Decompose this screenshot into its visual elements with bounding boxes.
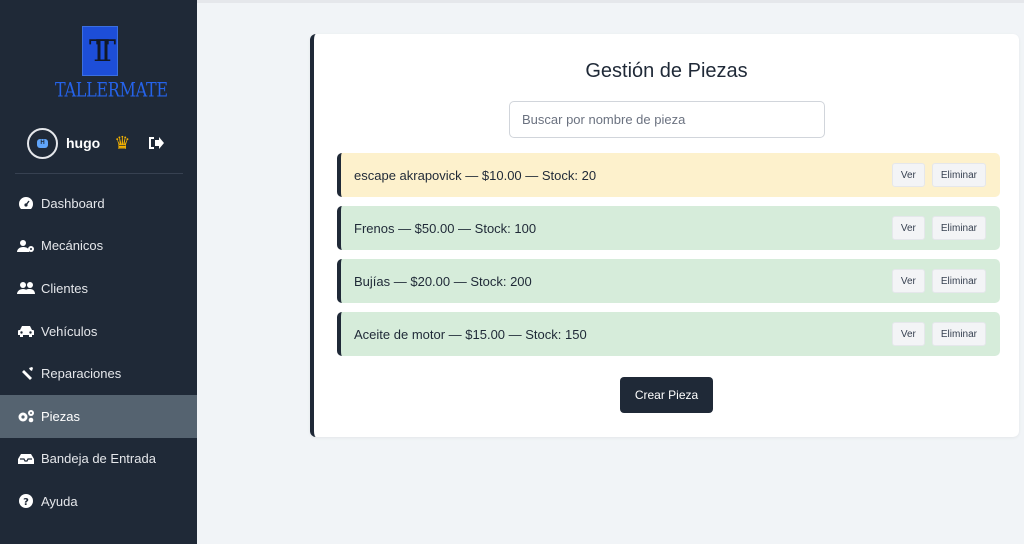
users-icon: [17, 280, 35, 296]
crown-icon: ♛: [114, 133, 131, 153]
delete-button[interactable]: Eliminar: [931, 269, 986, 293]
svg-text:?: ?: [23, 497, 29, 508]
sidebar-item-label: Mecánicos: [41, 238, 104, 254]
sidebar-item-label: Reparaciones: [41, 366, 122, 382]
sidebar-divider: [15, 173, 183, 174]
user-gear-icon: [17, 238, 35, 254]
logo-text: TALLERMATE: [55, 77, 168, 102]
part-info: Aceite de motor — $15.00 — Stock: 150: [354, 326, 587, 342]
delete-button[interactable]: Eliminar: [931, 163, 986, 187]
top-border: [197, 0, 1024, 3]
list-item: escape akrapovick — $10.00 — Stock: 20 V…: [337, 153, 1000, 197]
avatar[interactable]: H: [27, 127, 58, 159]
sidebar-nav: Dashboard Mecánicos Clientes Vehículos R…: [0, 182, 197, 523]
row-actions: Ver Eliminar: [891, 322, 986, 346]
parts-card: Gestión de Piezas escape akrapovick — $1…: [310, 34, 1019, 437]
view-button[interactable]: Ver: [891, 322, 925, 346]
sidebar-item-mecanicos[interactable]: Mecánicos: [0, 225, 197, 268]
sidebar-item-label: Piezas: [41, 408, 81, 424]
view-button[interactable]: Ver: [891, 269, 925, 293]
row-actions: Ver Eliminar: [891, 163, 986, 187]
delete-button[interactable]: Eliminar: [931, 216, 986, 240]
part-info: Frenos — $50.00 — Stock: 100: [354, 220, 537, 236]
list-item: Aceite de motor — $15.00 — Stock: 150 Ve…: [337, 312, 1000, 356]
avatar-initials: H: [37, 138, 48, 148]
view-button[interactable]: Ver: [891, 163, 925, 187]
sidebar-item-vehiculos[interactable]: Vehículos: [0, 310, 197, 353]
logo-mark: TT: [82, 26, 118, 76]
part-info: Bujías — $20.00 — Stock: 200: [354, 273, 532, 289]
question-icon: ?: [17, 493, 35, 509]
sidebar-item-dashboard[interactable]: Dashboard: [0, 182, 197, 225]
tools-icon: [17, 366, 35, 382]
view-button[interactable]: Ver: [891, 216, 925, 240]
user-profile: H hugo ♛: [27, 127, 165, 159]
page-title: Gestión de Piezas: [585, 60, 748, 82]
parts-list: escape akrapovick — $10.00 — Stock: 20 V…: [337, 153, 1000, 365]
part-info: escape akrapovick — $10.00 — Stock: 20: [354, 167, 597, 183]
sidebar-item-label: Dashboard: [41, 195, 105, 211]
create-part-button[interactable]: Crear Pieza: [620, 377, 713, 413]
logout-icon[interactable]: [146, 134, 165, 152]
sidebar-item-label: Vehículos: [41, 323, 98, 339]
gears-icon: [17, 408, 35, 424]
inbox-icon: [17, 451, 35, 467]
delete-button[interactable]: Eliminar: [931, 322, 986, 346]
sidebar-item-ayuda[interactable]: ? Ayuda: [0, 480, 197, 523]
sidebar-item-piezas[interactable]: Piezas: [0, 394, 197, 438]
sidebar-item-label: Bandeja de Entrada: [41, 451, 156, 467]
sidebar-item-label: Clientes: [41, 280, 88, 296]
sidebar: TT TALLERMATE H hugo ♛ Dashboard Mecánic…: [0, 0, 197, 544]
car-icon: [17, 323, 35, 339]
row-actions: Ver Eliminar: [891, 216, 986, 240]
app-logo[interactable]: TT TALLERMATE: [55, 26, 168, 102]
gauge-icon: [17, 195, 35, 211]
sidebar-item-reparaciones[interactable]: Reparaciones: [0, 352, 197, 395]
sidebar-item-bandeja[interactable]: Bandeja de Entrada: [0, 438, 197, 481]
row-actions: Ver Eliminar: [891, 269, 986, 293]
sidebar-item-clientes[interactable]: Clientes: [0, 267, 197, 310]
sidebar-item-label: Ayuda: [41, 493, 78, 509]
list-item: Bujías — $20.00 — Stock: 200 Ver Elimina…: [337, 259, 1000, 303]
search-input[interactable]: [509, 101, 825, 138]
list-item: Frenos — $50.00 — Stock: 100 Ver Elimina…: [337, 206, 1000, 250]
username: hugo: [66, 135, 101, 151]
